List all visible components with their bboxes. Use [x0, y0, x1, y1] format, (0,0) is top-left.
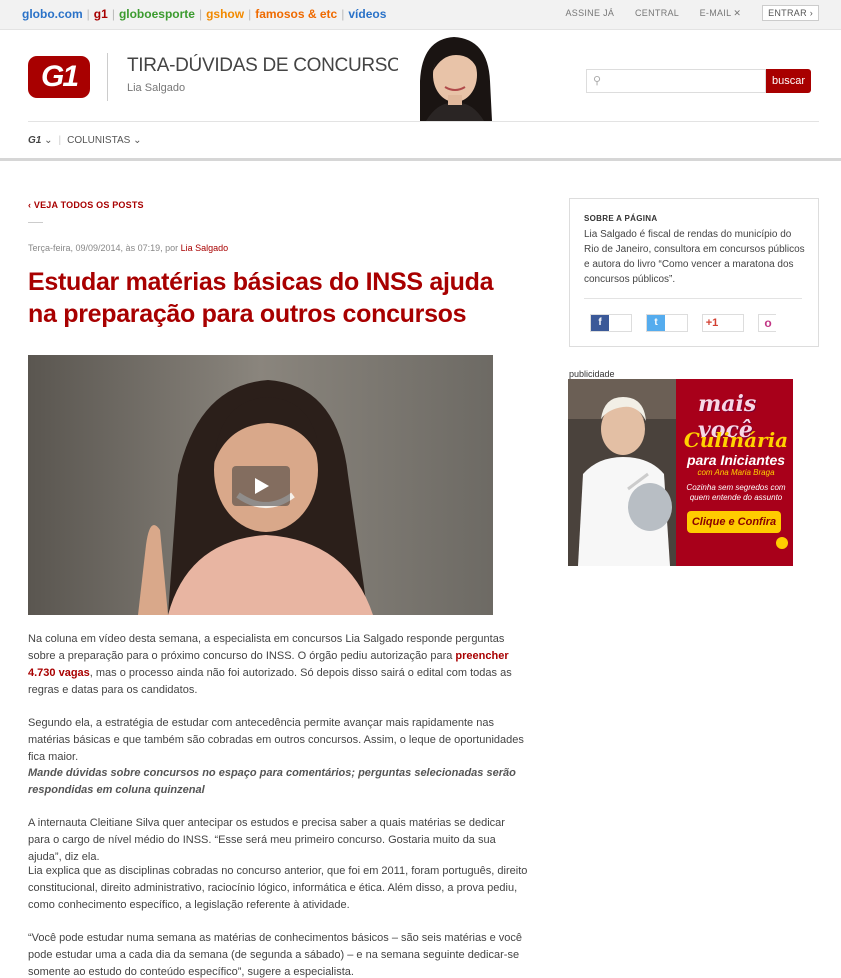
search-icon: ⚲	[593, 75, 602, 87]
other-share-button[interactable]: o	[758, 314, 777, 332]
chevron-right-icon: ›	[809, 8, 813, 18]
colunistas-menu[interactable]: COLUNISTAS ⌄	[67, 135, 141, 146]
entrar-button[interactable]: ENTRAR ›	[762, 5, 819, 21]
email-label: E-MAIL	[699, 8, 732, 18]
author-portrait	[398, 31, 510, 121]
g1-menu-label: G1	[28, 135, 42, 146]
ad-subtitle: para Iniciantes	[686, 452, 786, 468]
article-headline: Estudar matérias básicas do INSS ajuda n…	[28, 268, 494, 328]
blog-header: G1 TIRA-DÚVIDAS DE CONCURSOS Lia Salgado…	[0, 31, 841, 121]
g1-menu[interactable]: G1 ⌄	[28, 135, 53, 146]
article-paragraph: Na coluna em vídeo desta semana, a espec…	[28, 631, 528, 699]
article-paragraph: A internauta Cleitiane Silva quer anteci…	[28, 817, 505, 863]
back-to-posts-link[interactable]: ‹ VEJA TODOS OS POSTS	[28, 200, 144, 210]
central-link[interactable]: CENTRAL	[635, 8, 679, 18]
ad-photo	[568, 379, 676, 566]
globo-topbar: globo.com | g1 | globoesporte | gshow | famosos …	[0, 0, 841, 30]
post-meta: Terça-feira, 09/09/2014, às 07:19, por L…	[28, 243, 228, 253]
ad-label: publicidade	[569, 369, 615, 379]
divider	[28, 222, 43, 223]
chevron-down-icon: ⌄	[44, 135, 53, 146]
paragraph-text: , mas o processo ainda não foi autorizad…	[28, 667, 512, 696]
g1-logo[interactable]: G1	[28, 56, 90, 98]
about-box: SOBRE A PÁGINA Lia Salgado é fiscal de r…	[569, 198, 819, 347]
post-author-link[interactable]: Lia Salgado	[181, 243, 229, 253]
search-field[interactable]: ⚲	[586, 69, 766, 93]
about-description: Lia Salgado é fiscal de rendas do municí…	[584, 229, 805, 285]
separator: |	[198, 7, 203, 21]
gplus-icon: +1	[703, 315, 721, 331]
ad-title: Culinária	[683, 428, 789, 452]
separator: |	[111, 7, 115, 21]
share-circle-icon: o	[759, 315, 777, 331]
article-callout: Mande dúvidas sobre concursos no espaço …	[28, 767, 516, 796]
paragraph-text: Na coluna em vídeo desta semana, a espec…	[28, 633, 505, 662]
back-link-label: VEJA TODOS OS POSTS	[33, 200, 144, 210]
secondary-nav: G1 ⌄ | COLUNISTAS ⌄	[28, 135, 141, 146]
ad-host: com Ana Maria Braga	[697, 468, 775, 477]
header-divider	[28, 121, 819, 122]
twitter-icon: t	[647, 315, 665, 331]
globo-logo-icon	[776, 537, 788, 549]
assine-link[interactable]: ASSINE JÁ	[565, 8, 614, 18]
article-paragraph: Segundo ela, a estratégia de estudar com…	[28, 717, 524, 763]
ad-cta-button[interactable]: Clique e Confira	[687, 511, 781, 533]
account-links: ASSINE JÁ CENTRAL E-MAIL ✕ ENTRAR ›	[547, 5, 819, 21]
gplus-share-button[interactable]: +1	[702, 314, 744, 332]
about-label: SOBRE A PÁGINA	[584, 214, 658, 223]
twitter-share-button[interactable]: t	[646, 314, 688, 332]
blog-author: Lia Salgado	[127, 82, 186, 94]
separator: |	[341, 7, 345, 21]
colunistas-label: COLUNISTAS	[67, 135, 131, 146]
search-button[interactable]: buscar	[766, 69, 811, 93]
article-paragraph: “Você pode estudar numa semana as matéri…	[28, 932, 523, 978]
divider	[584, 298, 802, 299]
email-link[interactable]: E-MAIL ✕	[700, 8, 742, 18]
brand-link-globoesporte[interactable]: globoesporte	[119, 7, 195, 21]
nav-bottom-border	[0, 158, 841, 161]
separator: |	[248, 7, 252, 21]
facebook-share-button[interactable]: f	[590, 314, 632, 332]
chevron-down-icon: ✕	[733, 8, 742, 18]
entrar-label: ENTRAR	[768, 8, 807, 18]
post-date: Terça-feira, 09/09/2014, às 07:19, por	[28, 243, 181, 253]
separator: |	[86, 7, 90, 21]
play-button[interactable]	[232, 466, 290, 506]
facebook-icon: f	[591, 315, 609, 331]
brand-link-famosos[interactable]: famosos & etc	[255, 7, 337, 21]
advertisement[interactable]: mais você Culinária para Iniciantes com …	[568, 379, 793, 566]
chevron-down-icon: ⌄	[133, 135, 142, 146]
brand-link-g1[interactable]: g1	[94, 7, 108, 21]
ad-tagline: Cozinha sem segredos com quem entende do…	[686, 483, 786, 502]
brand-link-gshow[interactable]: gshow	[206, 7, 244, 21]
article-paragraph: Lia explica que as disciplinas cobradas …	[28, 865, 528, 911]
blog-title[interactable]: TIRA-DÚVIDAS DE CONCURSOS	[127, 55, 414, 77]
logo-divider	[107, 53, 108, 101]
search-input[interactable]	[605, 72, 761, 90]
nav-divider: |	[58, 135, 62, 146]
chevron-left-icon: ‹	[28, 200, 32, 210]
brand-link-videos[interactable]: vídeos	[348, 7, 386, 21]
brand-links: globo.com | g1 | globoesporte | gshow | famosos …	[22, 7, 389, 21]
brand-link-globocom[interactable]: globo.com	[22, 7, 83, 21]
